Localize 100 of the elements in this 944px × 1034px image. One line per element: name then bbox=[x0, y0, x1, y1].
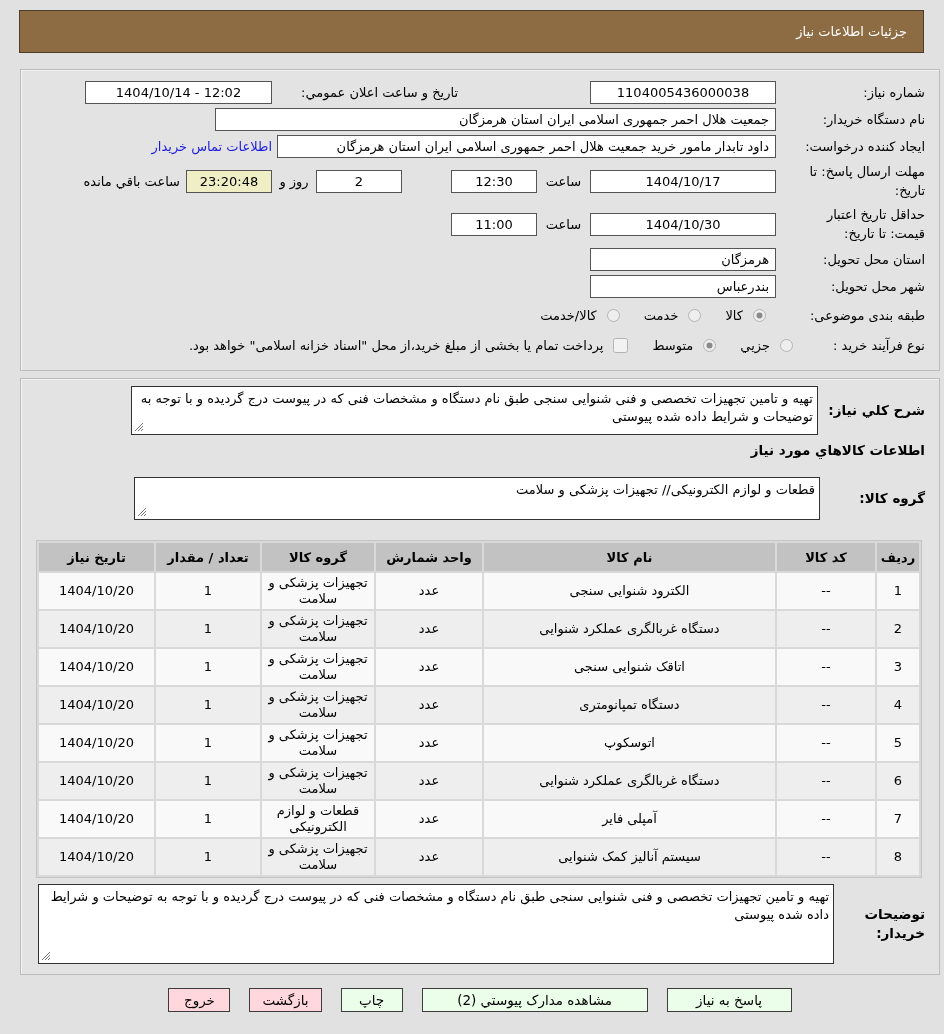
option-label: جزيي bbox=[740, 337, 770, 353]
radio-button[interactable] bbox=[780, 338, 793, 352]
table-cell: دستگاه غربالگری عملکرد شنوایی bbox=[484, 611, 775, 647]
table-cell: تجهیزات پزشکی و سلامت bbox=[262, 839, 374, 875]
table-cell: -- bbox=[777, 649, 875, 685]
table-cell: 7 bbox=[877, 801, 919, 837]
field-label: ساعت باقي مانده bbox=[83, 173, 180, 189]
buyer-org-field[interactable]: جمعیت هلال احمر جمهوری اسلامی ایران استان هرمزگان bbox=[215, 108, 776, 131]
validity-time-field[interactable]: 11:00 bbox=[451, 212, 537, 236]
resize-grip-icon[interactable] bbox=[138, 508, 146, 516]
days-field[interactable]: 2 bbox=[316, 169, 402, 193]
resize-grip-icon[interactable] bbox=[42, 952, 50, 960]
table-cell: 1404/10/20 bbox=[39, 649, 154, 685]
table-cell: 1404/10/20 bbox=[39, 801, 154, 837]
option-label: کالا/خدمت bbox=[540, 307, 597, 323]
table-cell: -- bbox=[777, 725, 875, 761]
table-cell: تجهیزات پزشکی و سلامت bbox=[262, 573, 374, 609]
table-cell: -- bbox=[777, 801, 875, 837]
table-cell: تجهیزات پزشکی و سلامت bbox=[262, 687, 374, 723]
field-label: شهر محل تحویل: bbox=[830, 279, 925, 294]
checkbox[interactable] bbox=[613, 337, 629, 353]
radio-button[interactable] bbox=[753, 308, 766, 322]
table-cell: 4 bbox=[877, 687, 919, 723]
table-cell: عدد bbox=[376, 801, 482, 837]
section-label: توضیحات خریدار: bbox=[864, 906, 925, 941]
announce-date-field[interactable]: 1404/10/14 - 12:02 bbox=[85, 81, 272, 104]
table-cell: عدد bbox=[376, 687, 482, 723]
buyer-notes-field[interactable]: تهیه و تامین تجهیزات تخصصی و فنی شنوایی سنجی طبق نام دستگاه و مشخصات فنی که در پیوست درج گردیده و با توجه به توضیحات و شرایط داده شده پیوستی bbox=[38, 884, 834, 964]
table-cell: تجهیزات پزشکی و سلامت bbox=[262, 649, 374, 685]
section-label: گروه کالا: bbox=[859, 490, 925, 506]
table-cell: 1404/10/20 bbox=[39, 611, 154, 647]
action-button[interactable]: پاسخ به نیاز bbox=[666, 988, 792, 1012]
requester-field[interactable]: داود تابدار مامور خرید جمعیت هلال احمر جمهوری اسلامی ایران استان هرمزگان bbox=[277, 135, 776, 158]
remaining-time-field[interactable]: 23:20:48 bbox=[186, 169, 272, 193]
table-cell: اتوسکوپ bbox=[484, 725, 775, 761]
table-cell: 1 bbox=[156, 839, 260, 875]
need-number-field[interactable]: 1104005436000038 bbox=[590, 81, 776, 104]
option-label: متوسط bbox=[652, 337, 694, 353]
table-cell: عدد bbox=[376, 763, 482, 799]
table-cell: 1 bbox=[156, 763, 260, 799]
action-button[interactable]: خروج bbox=[168, 988, 231, 1012]
action-button[interactable]: بازگشت bbox=[249, 988, 322, 1012]
resize-grip-icon[interactable] bbox=[135, 423, 143, 431]
column-header: گروه کالا bbox=[262, 543, 374, 571]
table-cell: -- bbox=[777, 573, 875, 609]
field-label: ساعت bbox=[545, 216, 582, 232]
action-button[interactable]: مشاهده مدارک پيوستي (2) bbox=[421, 988, 648, 1012]
table-cell: -- bbox=[777, 839, 875, 875]
province-field[interactable]: هرمزگان bbox=[590, 248, 776, 271]
radio-button[interactable] bbox=[688, 308, 702, 322]
field-label: طبقه بندی موضوعی: bbox=[809, 307, 925, 323]
radio-button[interactable] bbox=[606, 308, 620, 322]
table-cell: -- bbox=[777, 611, 875, 647]
description-field[interactable]: تهیه و تامین تجهیزات تخصصی و فنی شنوایی سنجی طبق نام دستگاه و مشخصات فنی که در پیوست درج گردیده و با توجه به توضیحات و شرایط داده شده پیوستی bbox=[131, 386, 818, 435]
action-button[interactable]: چاپ bbox=[340, 988, 403, 1012]
table-cell: عدد bbox=[376, 611, 482, 647]
option-label: کالا bbox=[725, 307, 743, 323]
table-cell: 1 bbox=[156, 725, 260, 761]
contact-link[interactable]: اطلاعات تماس خریدار bbox=[151, 139, 272, 154]
radio-button[interactable] bbox=[703, 338, 717, 352]
goods-group-field[interactable]: قطعات و لوازم الکترونیکی// تجهیزات پزشکی و سلامت bbox=[134, 477, 820, 520]
table-cell: تجهیزات پزشکی و سلامت bbox=[262, 611, 374, 647]
field-label: حداقل تاریخ اعتبار قیمت: تا تاریخ: bbox=[826, 207, 925, 241]
table-cell: -- bbox=[777, 763, 875, 799]
field-label: تاریخ و ساعت اعلان عمومي: bbox=[301, 85, 458, 100]
table-cell: 3 bbox=[877, 649, 919, 685]
deadline-date-field[interactable]: 1404/10/17 bbox=[590, 169, 776, 193]
column-header: نام کالا bbox=[484, 543, 775, 571]
table-cell: 1 bbox=[877, 573, 919, 609]
table-cell: 1404/10/20 bbox=[39, 839, 154, 875]
table-cell: سیستم آنالیز کمک شنوایی bbox=[484, 839, 775, 875]
table-cell: دستگاه تمپانومتری bbox=[484, 687, 775, 723]
table-cell: 1 bbox=[156, 611, 260, 647]
table-cell: عدد bbox=[376, 649, 482, 685]
option-label: خدمت bbox=[643, 307, 679, 323]
validity-date-field[interactable]: 1404/10/30 bbox=[590, 212, 776, 236]
field-label: نام دستگاه خریدار: bbox=[822, 112, 925, 127]
deadline-time-field[interactable]: 12:30 bbox=[451, 169, 537, 193]
table-cell: قطعات و لوازم الکترونیکی bbox=[262, 801, 374, 837]
table-cell: 1 bbox=[156, 687, 260, 723]
column-header: کد کالا bbox=[777, 543, 875, 571]
city-field[interactable]: بندرعباس bbox=[590, 275, 776, 298]
table-cell: عدد bbox=[376, 839, 482, 875]
table-cell: 6 bbox=[877, 763, 919, 799]
table-cell: 1404/10/20 bbox=[39, 573, 154, 609]
column-header: تاریخ نیاز bbox=[39, 543, 154, 571]
table-cell: 1 bbox=[156, 801, 260, 837]
column-header: تعداد / مقدار bbox=[156, 543, 260, 571]
table-cell: 8 bbox=[877, 839, 919, 875]
table-cell: اتاقک شنوایی سنجی bbox=[484, 649, 775, 685]
field-label: مهلت ارسال پاسخ: تا تاریخ: bbox=[809, 164, 925, 198]
table-cell: 1404/10/20 bbox=[39, 687, 154, 723]
table-cell: تجهیزات پزشکی و سلامت bbox=[262, 725, 374, 761]
page-title: جزئیات اطلاعات نیاز bbox=[796, 24, 907, 39]
field-label: روز و bbox=[279, 173, 309, 189]
table-cell: 1404/10/20 bbox=[39, 763, 154, 799]
table-cell: 1 bbox=[156, 573, 260, 609]
field-label: شماره نیاز: bbox=[863, 85, 925, 100]
column-header: واحد شمارش bbox=[376, 543, 482, 571]
table-cell: 1 bbox=[156, 649, 260, 685]
